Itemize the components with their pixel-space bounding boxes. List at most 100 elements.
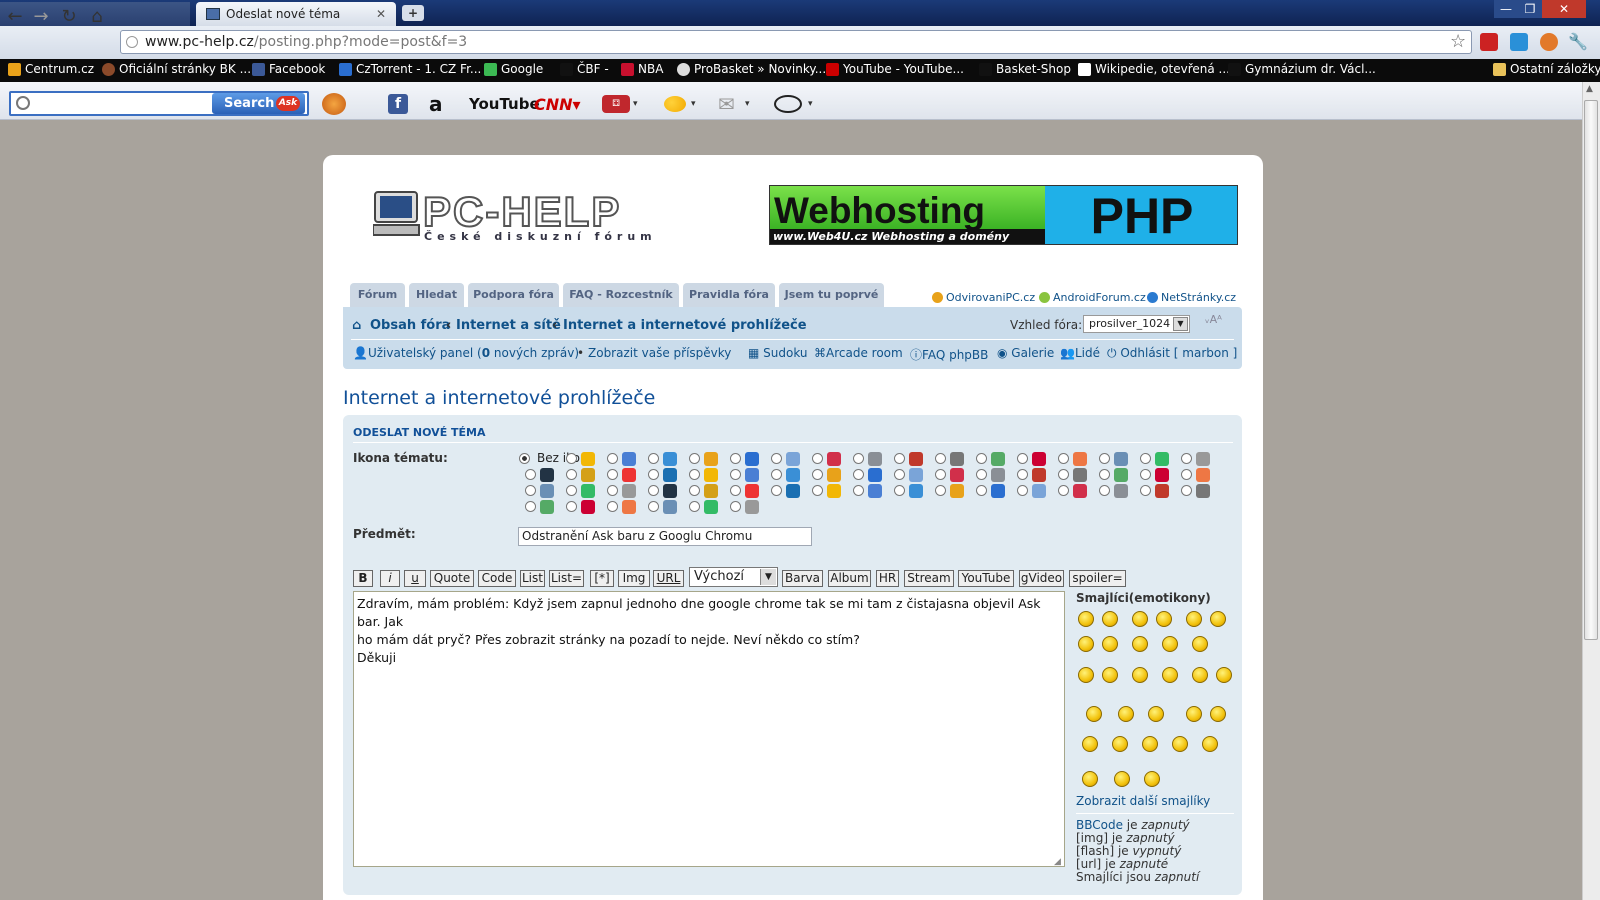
smiley-icon[interactable] (1172, 736, 1188, 752)
list-button[interactable]: List (520, 570, 545, 587)
smiley-icon[interactable] (1202, 736, 1218, 752)
arcade-link[interactable]: ⌘Arcade room (814, 346, 903, 360)
topic-icon-radio[interactable] (1058, 485, 1069, 496)
window-close-button[interactable]: ✕ (1542, 0, 1586, 18)
topic-icon-radio[interactable] (566, 485, 577, 496)
smiley-icon[interactable] (1082, 736, 1098, 752)
code-button[interactable]: Code (478, 570, 516, 587)
bookmark-item[interactable]: NBA (621, 62, 663, 76)
topic-icon-radio[interactable] (566, 469, 577, 480)
topic-icon-radio[interactable] (1140, 453, 1151, 464)
topic-icon-radio[interactable] (1181, 485, 1192, 496)
font-size-select[interactable]: Výchozí ▼ (689, 567, 778, 587)
youtube-toolbar-button[interactable]: YouTube (469, 93, 540, 115)
topic-icon-radio[interactable] (771, 469, 782, 480)
topic-icon-radio[interactable] (689, 469, 700, 480)
ask-search-button[interactable]: Search Ask (212, 93, 305, 114)
ask-paw-icon[interactable] (322, 93, 346, 115)
topic-icon-radio[interactable] (771, 485, 782, 496)
breadcrumb-level1[interactable]: Internet a sítě (456, 318, 561, 333)
topic-icon-radio[interactable] (853, 485, 864, 496)
bold-button[interactable]: B (353, 570, 373, 587)
topic-icon-radio[interactable] (607, 501, 618, 512)
topic-icon-radio[interactable] (894, 469, 905, 480)
back-icon[interactable]: ← (4, 6, 26, 28)
chevron-down-icon[interactable]: ▾ (633, 93, 638, 115)
topic-icon-radio[interactable] (566, 501, 577, 512)
tab-forum-support[interactable]: Podpora fóra (468, 283, 559, 307)
smiley-icon[interactable] (1132, 611, 1148, 627)
color-button[interactable]: Barva (782, 570, 823, 587)
weather-icon[interactable] (664, 96, 686, 112)
topic-icon-radio[interactable] (730, 501, 741, 512)
faq-link[interactable]: ⓘFAQ phpBB (910, 346, 988, 363)
topic-icon-radio[interactable] (1058, 453, 1069, 464)
smiley-icon[interactable] (1142, 736, 1158, 752)
partner-link[interactable]: NetStránky.cz (1147, 291, 1236, 304)
topic-icon-radio[interactable] (648, 501, 659, 512)
my-posts-link[interactable]: Zobrazit vaše příspěvky (588, 346, 731, 360)
bookmark-star-icon[interactable]: ☆ (1450, 31, 1466, 52)
smiley-icon[interactable] (1102, 611, 1118, 627)
topic-icon-radio[interactable] (689, 485, 700, 496)
dictionary-icon[interactable] (774, 95, 802, 113)
bookmark-item[interactable]: YouTube - YouTube... (826, 62, 964, 76)
topic-icon-radio[interactable] (1017, 453, 1028, 464)
subject-input[interactable]: Odstranění Ask baru z Googlu Chromu (518, 527, 812, 546)
mail-icon[interactable]: ✉ (718, 92, 735, 116)
youtube-button[interactable]: YouTube (958, 570, 1014, 587)
bbcode-link[interactable]: BBCode (1076, 818, 1123, 832)
topic-icon-radio[interactable] (689, 453, 700, 464)
resize-handle-icon[interactable]: ◢ (1054, 857, 1061, 867)
more-smilies-link[interactable]: Zobrazit další smajlíky (1076, 794, 1210, 808)
bookmark-item[interactable]: CzTorrent - 1. CZ Fr... (339, 62, 481, 76)
topic-icon-radio[interactable] (525, 501, 536, 512)
quote-button[interactable]: Quote (430, 570, 474, 587)
smiley-icon[interactable] (1078, 611, 1094, 627)
topic-icon-radio[interactable] (730, 469, 741, 480)
smiley-icon[interactable] (1162, 636, 1178, 652)
gallery-link[interactable]: ◉ Galerie (997, 346, 1054, 360)
underline-button[interactable]: u (404, 570, 426, 587)
topic-icon-radio[interactable] (976, 469, 987, 480)
skype-extension-icon[interactable] (1510, 33, 1528, 51)
ask-extension-icon[interactable] (1540, 33, 1558, 51)
topic-icon-radio[interactable] (812, 485, 823, 496)
list-item-button[interactable]: [*] (590, 570, 614, 587)
home-icon[interactable]: ⌂ (86, 6, 108, 28)
smiley-icon[interactable] (1192, 636, 1208, 652)
breadcrumb-level2[interactable]: Internet a internetové prohlížeče (563, 318, 807, 333)
topic-icon-radio[interactable] (1099, 453, 1110, 464)
topic-icon-radio[interactable] (812, 453, 823, 464)
smiley-icon[interactable] (1210, 706, 1226, 722)
facebook-icon[interactable]: f (388, 94, 408, 114)
other-bookmarks-folder[interactable]: Ostatní záložky (1493, 62, 1600, 76)
smiley-icon[interactable] (1192, 667, 1208, 683)
topic-icon-radio[interactable] (648, 453, 659, 464)
user-panel-link[interactable]: 👤Uživatelský panel (0 nových zpráv) (353, 346, 579, 360)
address-bar[interactable]: www.pc-help.cz/posting.php?mode=post&f=3 (120, 30, 1472, 54)
smiley-icon[interactable] (1132, 636, 1148, 652)
topic-icon-radio[interactable] (1017, 469, 1028, 480)
smiley-icon[interactable] (1210, 611, 1226, 627)
reload-icon[interactable]: ↻ (58, 6, 80, 28)
topic-icon-radio[interactable] (935, 453, 946, 464)
topic-icon-radio[interactable] (525, 485, 536, 496)
topic-icon-radio[interactable] (1181, 453, 1192, 464)
tab-search[interactable]: Hledat (409, 283, 464, 307)
img-button[interactable]: Img (618, 570, 650, 587)
site-logo[interactable]: PC-HELP (422, 187, 621, 236)
bookmark-item[interactable]: Basket-Shop (979, 62, 1071, 76)
italic-button[interactable]: i (380, 570, 400, 587)
tab-faq[interactable]: FAQ - Rozcestník (563, 283, 679, 307)
skin-select[interactable]: prosilver_1024 ▼ (1083, 315, 1190, 333)
list-ordered-button[interactable]: List= (549, 570, 584, 587)
bookmark-item[interactable]: ČBF - (560, 62, 609, 76)
topic-icon-radio[interactable] (771, 453, 782, 464)
smiley-icon[interactable] (1148, 706, 1164, 722)
topic-icon-radio[interactable] (1099, 485, 1110, 496)
smiley-icon[interactable] (1162, 667, 1178, 683)
topic-icon-radio[interactable] (648, 485, 659, 496)
stream-button[interactable]: Stream (904, 570, 954, 587)
topic-icon-radio[interactable] (894, 485, 905, 496)
